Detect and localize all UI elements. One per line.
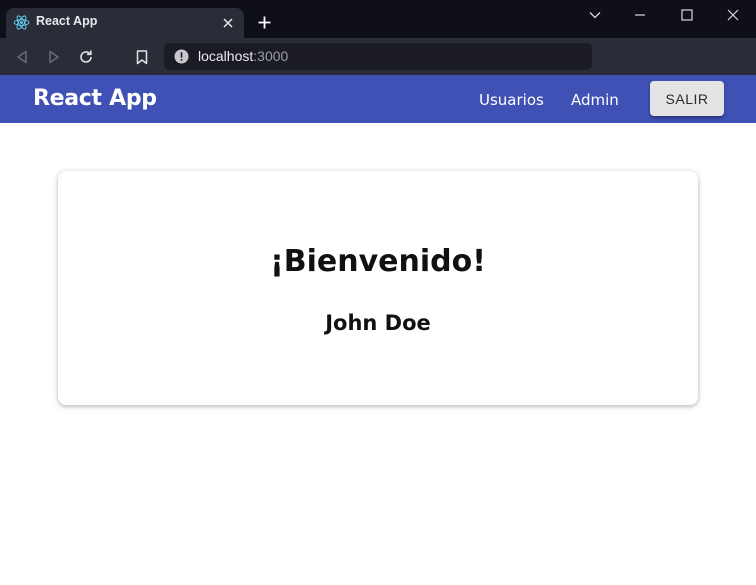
browser-tab[interactable]: React App: [6, 8, 244, 38]
browser-toolbar: localhost:3000: [0, 38, 756, 75]
close-icon[interactable]: [218, 13, 238, 33]
react-logo-icon: [13, 14, 30, 31]
window-close-icon[interactable]: [722, 4, 744, 26]
welcome-card: ¡Bienvenido! John Doe: [58, 171, 698, 405]
main-content: ¡Bienvenido! John Doe: [0, 123, 756, 585]
forward-arrow-icon[interactable]: [44, 47, 64, 67]
bookmark-icon[interactable]: [132, 47, 152, 67]
maximize-icon[interactable]: [676, 4, 698, 26]
url-port: :3000: [253, 48, 289, 64]
app-navbar: React App Usuarios Admin SALIR: [0, 75, 756, 123]
welcome-heading: ¡Bienvenido!: [270, 244, 486, 279]
back-arrow-icon[interactable]: [12, 47, 32, 67]
chevron-down-icon[interactable]: [584, 4, 606, 26]
nav-link-admin[interactable]: Admin: [571, 91, 619, 109]
info-icon[interactable]: [174, 49, 189, 64]
url-host: localhost: [198, 48, 254, 64]
app-brand[interactable]: React App: [33, 86, 157, 111]
url-text: localhost:3000: [198, 48, 288, 64]
plus-icon[interactable]: [254, 12, 274, 32]
reload-icon[interactable]: [76, 47, 96, 67]
browser-tab-strip: React App: [0, 0, 756, 38]
address-bar[interactable]: localhost:3000: [164, 43, 592, 70]
logout-button[interactable]: SALIR: [650, 81, 724, 116]
tab-title: React App: [36, 14, 98, 28]
minimize-icon[interactable]: [629, 4, 651, 26]
nav-link-usuarios[interactable]: Usuarios: [479, 91, 544, 109]
user-name: John Doe: [325, 311, 431, 335]
